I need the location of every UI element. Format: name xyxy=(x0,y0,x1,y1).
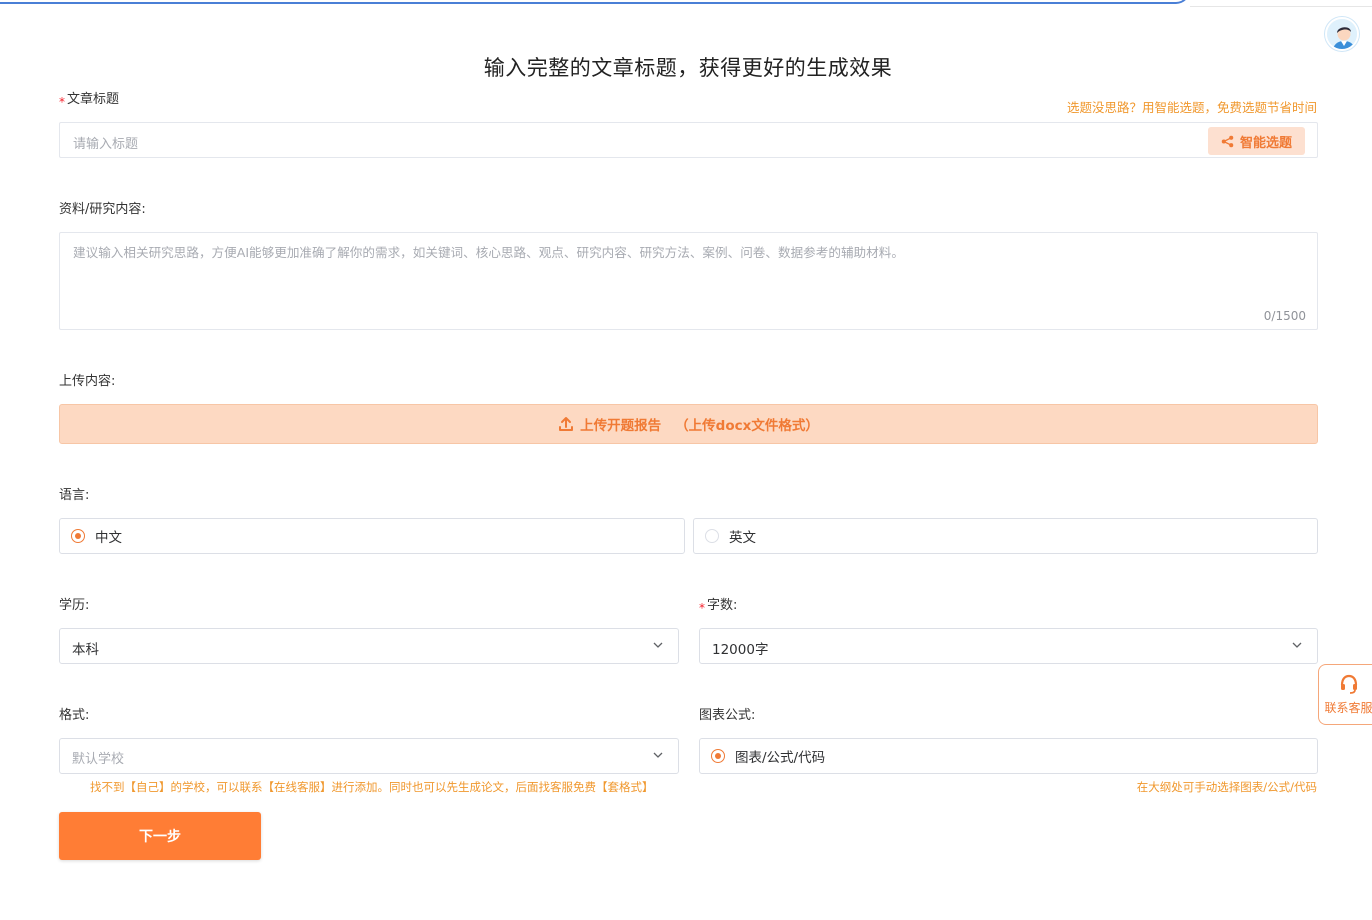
charts-option-label: 图表/公式/代码 xyxy=(735,750,826,766)
education-select[interactable]: 本科 xyxy=(59,628,679,664)
required-mark: * xyxy=(59,95,65,109)
format-help-note: 找不到【自己】的学校，可以联系【在线客服】进行添加。同时也可以先生成论文，后面找… xyxy=(90,780,654,794)
upload-icon xyxy=(559,417,574,431)
content-label: 资料/研究内容: xyxy=(59,202,146,217)
word-count-label: * 字数: xyxy=(699,594,738,615)
language-label: 语言: xyxy=(59,488,90,503)
top-divider xyxy=(1190,6,1372,7)
chevron-down-icon xyxy=(653,642,663,648)
headset-icon xyxy=(1340,674,1357,694)
upload-proposal-button[interactable]: 上传开题报告 （上传docx文件格式） xyxy=(59,404,1318,444)
charts-label: 图表公式: xyxy=(699,708,756,723)
research-content-placeholder: 建议输入相关研究思路，方便AI能够更加准确了解你的需求，如关键词、核心思路、观点… xyxy=(73,245,904,260)
smart-topic-hint-link[interactable]: 选题没思路？用智能选题，免费选题节省时间 xyxy=(1067,97,1317,116)
format-select[interactable]: 默认学校 xyxy=(59,738,679,774)
format-label: 格式: xyxy=(59,708,90,723)
title-input-placeholder: 请输入标题 xyxy=(73,137,139,152)
required-mark: * xyxy=(699,601,705,615)
upload-label: 上传内容: xyxy=(59,374,116,389)
top-outline xyxy=(0,0,1190,4)
page-title: 输入完整的文章标题，获得更好的生成效果 xyxy=(483,56,893,80)
share-nodes-icon xyxy=(1221,135,1234,147)
title-input[interactable]: 请输入标题 智能选题 xyxy=(59,122,1318,158)
upload-button-label: 上传开题报告 xyxy=(580,418,662,434)
avatar-icon xyxy=(1327,19,1357,49)
charts-formula-option[interactable]: 图表/公式/代码 xyxy=(699,738,1318,774)
upload-format-note: （上传docx文件格式） xyxy=(675,418,819,434)
language-option-label: 英文 xyxy=(729,530,756,546)
char-counter: 0/1500 xyxy=(1263,309,1306,323)
title-label: * 文章标题 xyxy=(59,88,120,109)
user-avatar[interactable] xyxy=(1325,17,1359,51)
smart-topic-button[interactable]: 智能选题 xyxy=(1208,127,1305,155)
radio-unchecked-icon xyxy=(705,529,719,543)
browser-top-strip xyxy=(0,0,1372,8)
title-label-text: 文章标题 xyxy=(67,92,120,107)
language-option-english[interactable]: 英文 xyxy=(693,518,1318,554)
education-select-value: 本科 xyxy=(72,642,99,658)
customer-service-tab[interactable]: 联系客服 xyxy=(1318,664,1372,725)
chevron-down-icon xyxy=(1292,642,1302,648)
customer-service-label: 联系客服 xyxy=(1324,701,1372,715)
language-option-label: 中文 xyxy=(95,530,122,546)
format-select-placeholder: 默认学校 xyxy=(72,752,125,767)
next-step-button[interactable]: 下一步 xyxy=(59,812,261,860)
smart-topic-button-label: 智能选题 xyxy=(1239,135,1292,151)
research-content-textarea[interactable]: 建议输入相关研究思路，方便AI能够更加准确了解你的需求，如关键词、核心思路、观点… xyxy=(59,232,1318,330)
chevron-down-icon xyxy=(653,752,663,758)
language-option-chinese[interactable]: 中文 xyxy=(59,518,685,554)
word-count-select[interactable]: 12000字 xyxy=(699,628,1318,664)
radio-checked-icon xyxy=(711,749,725,763)
education-label: 学历: xyxy=(59,598,90,613)
word-count-select-value: 12000字 xyxy=(712,642,769,658)
word-count-label-text: 字数: xyxy=(707,598,738,613)
charts-help-note: 在大纲处可手动选择图表/公式/代码 xyxy=(1136,780,1317,794)
radio-checked-icon xyxy=(71,529,85,543)
